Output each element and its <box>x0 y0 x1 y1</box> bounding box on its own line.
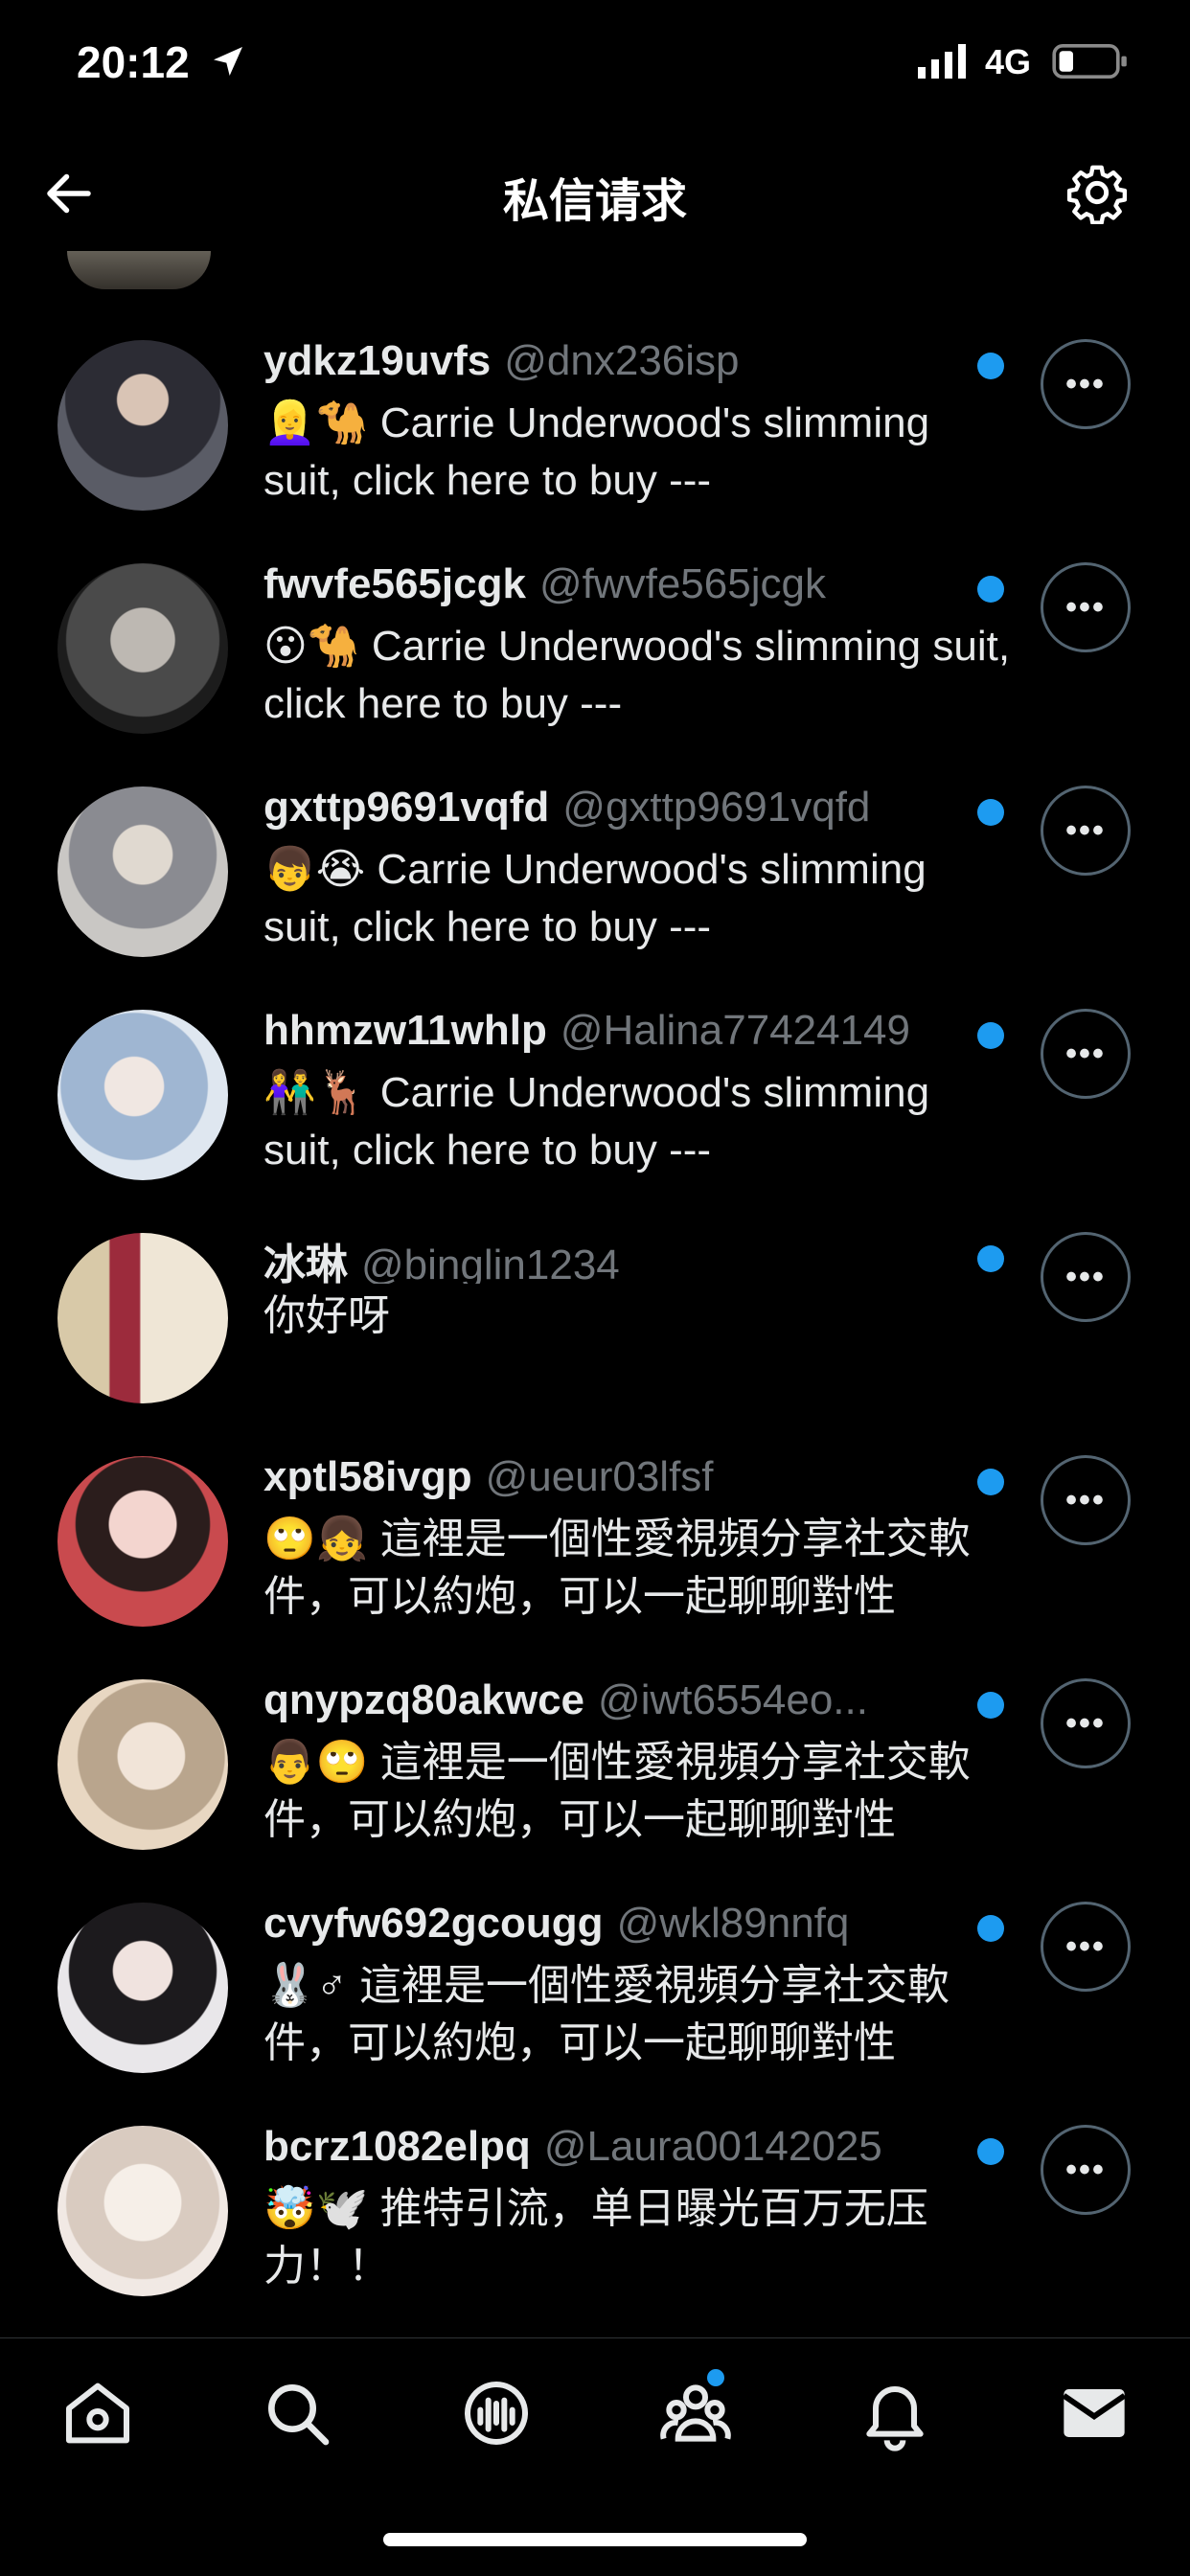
more-options-button[interactable]: ••• <box>1041 562 1131 652</box>
user-handle: @dnx236isp <box>504 337 740 384</box>
user-handle: @binglin1234 <box>361 1242 620 1284</box>
more-options-button[interactable]: ••• <box>1041 1009 1131 1099</box>
avatar[interactable] <box>57 563 228 734</box>
more-options-button[interactable]: ••• <box>1041 339 1131 429</box>
display-name: fwvfe565jcgk <box>263 560 526 607</box>
more-options-button[interactable]: ••• <box>1041 1902 1131 1992</box>
network-type: 4G <box>985 42 1032 81</box>
request-row[interactable]: gxttp9691vqfd @gxttp9691vqfd 👦😭 Carrie Un… <box>0 763 1190 986</box>
unread-dot <box>977 1022 1004 1049</box>
message-preview: 👨🙄 這裡是一個性愛視頻分享社交軟件，可以約炮，可以一起聊聊對性 <box>263 1739 971 1843</box>
battery-icon <box>1052 44 1127 79</box>
home-indicator <box>383 2533 807 2546</box>
top-bar: 私信请求 <box>0 134 1190 251</box>
avatar[interactable] <box>67 251 211 289</box>
user-handle: @iwt6554eo... <box>598 1676 868 1723</box>
message-preview: 👱‍♀️🐪 Carrie Underwood's slimming suit, … <box>263 399 930 504</box>
display-name: cvyfw692gcougg <box>263 1900 604 1947</box>
unread-dot <box>977 1245 1004 1272</box>
name-line: ydkz19uvfs @dnx236isp <box>263 337 992 391</box>
user-handle: @Halina77424149 <box>560 1007 910 1054</box>
message-preview: 🤯🕊️ 推特引流，单日曝光百万无压力！！ <box>263 2185 928 2290</box>
request-row[interactable]: xptl58ivgp @ueur03lfsf 🙄👧 這裡是一個性愛視頻分享社交軟件… <box>0 1432 1190 1655</box>
unread-dot <box>977 2138 1004 2165</box>
message-preview: 👫🦌 Carrie Underwood's slimming suit, cli… <box>263 1069 930 1174</box>
request-row[interactable]: bcrz1082elpq @Laura00142025 🤯🕊️ 推特引流，单日曝光… <box>0 2102 1190 2325</box>
unread-dot <box>977 1692 1004 1719</box>
home-icon[interactable] <box>59 2375 136 2451</box>
message-preview: 👦😭 Carrie Underwood's slimming suit, cli… <box>263 846 927 950</box>
request-row[interactable]: ydkz19uvfs @dnx236isp 👱‍♀️🐪 Carrie Underw… <box>0 316 1190 539</box>
display-name: qnypzq80akwce <box>263 1676 585 1723</box>
avatar[interactable] <box>57 1456 228 1627</box>
search-icon[interactable] <box>259 2375 335 2451</box>
user-handle: @Laura00142025 <box>543 2123 882 2170</box>
location-arrow-icon <box>214 47 242 76</box>
more-options-button[interactable]: ••• <box>1041 1232 1131 1322</box>
more-options-button[interactable]: ••• <box>1041 2125 1131 2215</box>
spaces-mic-icon[interactable] <box>458 2375 535 2451</box>
avatar[interactable] <box>57 1903 228 2073</box>
name-line: gxttp9691vqfd @gxttp9691vqfd <box>263 784 992 837</box>
avatar[interactable] <box>57 1679 228 1850</box>
request-row[interactable]: fwvfe565jcgk @fwvfe565jcgk 😮🐪 Carrie Unde… <box>0 539 1190 763</box>
display-name: hhmzw11whlp <box>263 1007 547 1054</box>
more-options-button[interactable]: ••• <box>1041 786 1131 876</box>
mail-icon[interactable] <box>1056 2375 1133 2451</box>
user-handle: @fwvfe565jcgk <box>538 560 826 607</box>
display-name: bcrz1082elpq <box>263 2123 531 2170</box>
message-preview: 😮🐪 Carrie Underwood's slimming suit, cli… <box>263 623 1011 727</box>
message-request-list: ydkz19uvfs @dnx236isp 👱‍♀️🐪 Carrie Underw… <box>0 316 1190 2325</box>
avatar[interactable] <box>57 1010 228 1180</box>
display-name: gxttp9691vqfd <box>263 784 550 831</box>
name-line: xptl58ivgp @ueur03lfsf <box>263 1453 992 1507</box>
request-row[interactable]: cvyfw692gcougg @wkl89nnfq 🐰♂ 這裡是一個性愛視頻分享社… <box>0 1879 1190 2102</box>
gear-icon[interactable] <box>1065 161 1129 224</box>
notification-badge <box>707 2369 724 2386</box>
bell-icon[interactable] <box>857 2375 933 2451</box>
unread-dot <box>977 1469 1004 1495</box>
avatar[interactable] <box>57 2126 228 2296</box>
status-time: 20:12 <box>77 37 190 87</box>
display-name: ydkz19uvfs <box>263 337 492 384</box>
request-row[interactable]: 冰琳 @binglin1234 你好呀 ••• <box>0 1209 1190 1432</box>
status-bar: 20:12 4G <box>0 0 1190 134</box>
request-row[interactable]: hhmzw11whlp @Halina77424149 👫🦌 Carrie Und… <box>0 986 1190 1209</box>
name-line: hhmzw11whlp @Halina77424149 <box>263 1007 992 1060</box>
more-options-button[interactable]: ••• <box>1041 1678 1131 1768</box>
signal-bars-icon <box>918 44 966 79</box>
unread-dot <box>977 799 1004 826</box>
user-handle: @wkl89nnfq <box>616 1900 850 1947</box>
avatar[interactable] <box>57 786 228 957</box>
message-preview: 🙄👧 這裡是一個性愛視頻分享社交軟件，可以約炮，可以一起聊聊對性 <box>263 1516 971 1620</box>
name-line: qnypzq80akwce @iwt6554eo... <box>263 1676 992 1730</box>
message-preview: 🐰♂ 這裡是一個性愛視頻分享社交軟件，可以約炮，可以一起聊聊對性 <box>263 1962 950 2066</box>
name-line: cvyfw692gcougg @wkl89nnfq <box>263 1900 992 1953</box>
avatar[interactable] <box>57 1233 228 1403</box>
name-line: 冰琳 @binglin1234 <box>263 1230 992 1284</box>
more-options-button[interactable]: ••• <box>1041 1455 1131 1545</box>
display-name: xptl58ivgp <box>263 1453 472 1500</box>
communities-icon[interactable] <box>657 2375 734 2451</box>
display-name: 冰琳 <box>263 1242 348 1284</box>
unread-dot <box>977 1915 1004 1942</box>
user-handle: @ueur03lfsf <box>485 1453 714 1500</box>
request-row[interactable]: qnypzq80akwce @iwt6554eo... 👨🙄 這裡是一個性愛視頻分… <box>0 1655 1190 1879</box>
unread-dot <box>977 576 1004 603</box>
name-line: fwvfe565jcgk @fwvfe565jcgk <box>263 560 992 614</box>
name-line: bcrz1082elpq @Laura00142025 <box>263 2123 992 2177</box>
user-handle: @gxttp9691vqfd <box>562 784 871 831</box>
avatar[interactable] <box>57 340 228 511</box>
page-title: 私信请求 <box>502 176 687 227</box>
unread-dot <box>977 353 1004 379</box>
message-preview: 你好呀 <box>263 1292 390 1339</box>
